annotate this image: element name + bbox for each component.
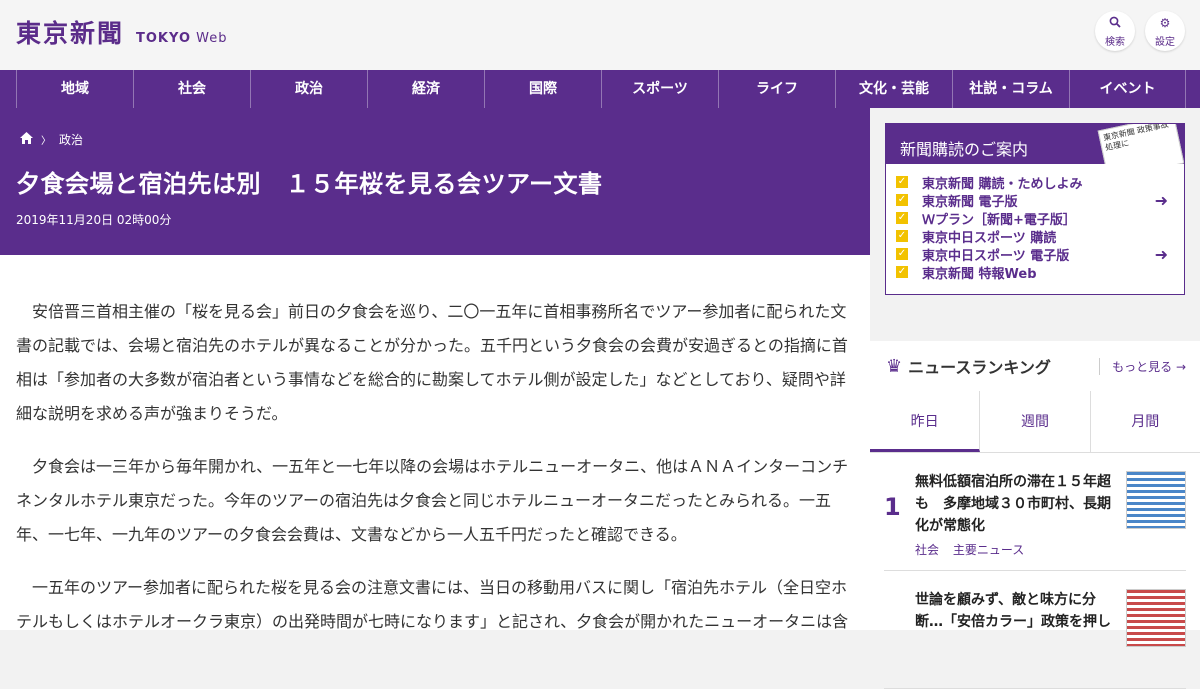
checkbox-icon: ✓	[896, 194, 908, 206]
article-header: 〉 政治 夕食会場と宿泊先は別 １５年桜を見る会ツアー文書 2019年11月20…	[0, 108, 870, 255]
ranking-thumbnail[interactable]	[1126, 471, 1186, 529]
logo-japanese: 東京新聞	[16, 19, 125, 48]
checkbox-icon: ✓	[896, 266, 908, 278]
ranking-title: ニュースランキング	[908, 358, 1051, 377]
newspaper-image: 東京新聞 政策事故処理に	[1097, 124, 1184, 164]
article-paragraph: 夕食会は一三年から毎年開かれ、一五年と一七年以降の会場はホテルニューオータニ、他…	[16, 457, 849, 544]
tab-yesterday[interactable]: 昨日	[870, 391, 981, 452]
nav-item-life[interactable]: ライフ	[718, 70, 835, 108]
nav-item-sports[interactable]: スポーツ	[601, 70, 718, 108]
subscription-title: 新聞購読のご案内	[900, 140, 1029, 159]
ranking-headline[interactable]: 無料低額宿泊所の滞在１５年超も 多摩地域３０市町村、長期化が常態化	[915, 471, 1115, 537]
article-title: 夕食会場と宿泊先は別 １５年桜を見る会ツアー文書	[16, 170, 603, 198]
tag-link[interactable]: 社会	[915, 543, 939, 557]
checkbox-icon: ✓	[896, 212, 908, 224]
subscription-link[interactable]: ✓ 東京新聞 購読・ためしよみ	[896, 173, 1168, 192]
sidebar: 新聞購読のご案内 東京新聞 政策事故処理に ✓ 東京新聞 購読・ためしよみ ✓ 東京…	[870, 108, 1200, 689]
breadcrumb: 〉 政治	[20, 131, 83, 148]
subscription-link[interactable]: ✓ 東京新聞 特報Web	[896, 263, 1168, 282]
rank-number: 1	[884, 493, 901, 521]
ranking-headline[interactable]: 世論を顧みず、敵と味方に分断…「安倍カラー」政策を押し	[915, 589, 1115, 633]
logo-english: TOKYO Web	[136, 31, 228, 46]
ranking-item[interactable]: 世論を顧みず、敵と味方に分断…「安倍カラー」政策を押し	[884, 571, 1186, 689]
article-paragraph: 安倍晋三首相主催の「桜を見る会」前日の夕食会を巡り、二〇一五年に首相事務所名でツ…	[16, 302, 848, 423]
checkbox-icon: ✓	[896, 230, 908, 242]
settings-label: 設定	[1155, 37, 1175, 48]
article-date: 2019年11月20日 02時00分	[16, 213, 172, 227]
ranking-tags: 社会 主要ニュース	[915, 541, 1034, 558]
ranking-tabs: 昨日 週間 月間	[870, 391, 1200, 453]
settings-button[interactable]: ⚙ 設定	[1145, 11, 1185, 51]
search-icon	[1095, 16, 1135, 30]
ranking-thumbnail[interactable]	[1126, 589, 1186, 647]
site-header: 東京新聞 TOKYO Web 検索 ⚙ 設定	[0, 0, 1200, 70]
ranking-header: ♛ ニュースランキング もっと見る →	[870, 341, 1200, 391]
tag-link[interactable]: 主要ニュース	[953, 543, 1024, 557]
news-ranking: ♛ ニュースランキング もっと見る → 昨日 週間 月間 1 無料低額宿泊所の滞…	[870, 341, 1200, 689]
more-link[interactable]: もっと見る →	[1099, 357, 1186, 375]
tab-weekly[interactable]: 週間	[980, 391, 1091, 452]
search-button[interactable]: 検索	[1095, 11, 1135, 51]
subscription-link[interactable]: ✓ Ｗプラン［新聞+電子版］	[896, 209, 1168, 228]
subscription-link[interactable]: ✓ 東京中日スポーツ 購読	[896, 227, 1168, 246]
gear-icon: ⚙	[1159, 16, 1171, 30]
article-paragraph: 一五年のツアー参加者に配られた桜を見る会の注意文書には、当日の移動用バスに関し「…	[16, 578, 849, 630]
nav-item-politics[interactable]: 政治	[250, 70, 367, 108]
checkbox-icon: ✓	[896, 176, 908, 188]
subscription-header: 新聞購読のご案内 東京新聞 政策事故処理に	[886, 124, 1184, 164]
home-icon[interactable]	[20, 132, 33, 147]
nav-item-events[interactable]: イベント	[1069, 70, 1186, 108]
nav-item-editorial[interactable]: 社説・コラム	[952, 70, 1069, 108]
search-label: 検索	[1105, 37, 1125, 48]
tab-monthly[interactable]: 月間	[1091, 391, 1200, 452]
nav-item-economy[interactable]: 経済	[367, 70, 484, 108]
nav-item-culture[interactable]: 文化・芸能	[835, 70, 952, 108]
nav-item-society[interactable]: 社会	[133, 70, 250, 108]
crown-icon: ♛	[886, 355, 903, 377]
login-icon[interactable]: ➜	[1155, 191, 1168, 210]
subscription-link[interactable]: ✓ 東京新聞 電子版 ➜	[896, 191, 1168, 210]
nav-item-region[interactable]: 地域	[16, 70, 133, 108]
main-nav: 地域 社会 政治 経済 国際 スポーツ ライフ 文化・芸能 社説・コラム イベン…	[0, 70, 1200, 108]
ranking-item[interactable]: 1 無料低額宿泊所の滞在１５年超も 多摩地域３０市町村、長期化が常態化 社会 主…	[884, 453, 1186, 571]
subscription-box: 新聞購読のご案内 東京新聞 政策事故処理に ✓ 東京新聞 購読・ためしよみ ✓ 東京…	[885, 123, 1185, 295]
site-logo[interactable]: 東京新聞 TOKYO Web	[16, 14, 228, 50]
breadcrumb-section[interactable]: 政治	[59, 131, 83, 148]
subscription-links: ✓ 東京新聞 購読・ためしよみ ✓ 東京新聞 電子版 ➜ ✓ Ｗプラン［新聞+電子版］ …	[886, 164, 1184, 282]
nav-item-international[interactable]: 国際	[484, 70, 601, 108]
arrow-right-icon: →	[1175, 359, 1186, 374]
article-body: 安倍晋三首相主催の「桜を見る会」前日の夕食会を巡り、二〇一五年に首相事務所名でツ…	[0, 255, 870, 630]
breadcrumb-separator: 〉	[41, 136, 51, 147]
subscription-link[interactable]: ✓ 東京中日スポーツ 電子版 ➜	[896, 245, 1168, 264]
login-icon[interactable]: ➜	[1155, 245, 1168, 264]
checkbox-icon: ✓	[896, 248, 908, 260]
